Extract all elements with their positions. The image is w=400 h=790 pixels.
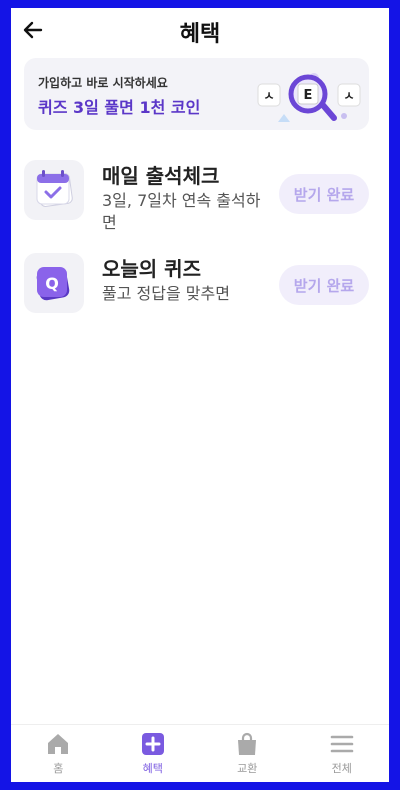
list-item-attendance: 매일 출석체크 3일, 7일차 연속 출석하면 받기 완료 <box>24 160 374 232</box>
list-item-daily-quiz: Q 오늘의 퀴즈 풀고 정답을 맞추면 받기 완료 <box>24 253 374 315</box>
banner-subtitle: 가입하고 바로 시작하세요 <box>38 76 168 90</box>
item-title: 매일 출석체크 <box>102 164 220 188</box>
item-description: 3일, 7일차 연속 출석하면 <box>102 191 261 232</box>
nav-label: 혜택 <box>142 762 163 775</box>
bottom-navigation: 홈 혜택 교환 전체 <box>11 724 389 782</box>
calendar-check-icon <box>24 160 84 220</box>
plus-square-icon <box>141 733 164 755</box>
banner-tile-right: ㅅ <box>343 89 354 103</box>
banner-tile-center: E <box>304 88 313 103</box>
menu-icon <box>330 735 354 753</box>
nav-item-all[interactable]: 전체 <box>295 725 390 782</box>
promo-banner[interactable]: 가입하고 바로 시작하세요 퀴즈 3일 풀면 1천 코인 ㅅ ㅅ E <box>24 58 369 130</box>
item-title: 오늘의 퀴즈 <box>102 257 201 281</box>
nav-label: 홈 <box>53 762 64 775</box>
claim-complete-button[interactable]: 받기 완료 <box>279 174 369 214</box>
quiz-magnifier-illustration: ㅅ ㅅ E <box>257 73 361 122</box>
page-title: 혜택 <box>179 22 221 47</box>
claim-complete-button[interactable]: 받기 완료 <box>279 265 369 305</box>
nav-item-home[interactable]: 홈 <box>11 725 106 782</box>
quiz-q-icon: Q <box>24 253 84 313</box>
item-description: 풀고 정답을 맞추면 <box>102 284 230 303</box>
nav-label: 교환 <box>237 762 258 775</box>
banner-tile-left: ㅅ <box>263 89 274 103</box>
home-icon <box>48 734 69 754</box>
app-screen: 혜택 가입하고 바로 시작하세요 퀴즈 3일 풀면 1천 코인 ㅅ ㅅ E 매일… <box>11 8 389 782</box>
nav-item-benefits[interactable]: 혜택 <box>106 725 201 782</box>
nav-label: 전체 <box>331 762 352 775</box>
shopping-bag-icon <box>238 732 257 755</box>
nav-item-exchange[interactable]: 교환 <box>200 725 295 782</box>
header: 혜택 <box>11 8 389 50</box>
quiz-icon-letter: Q <box>45 274 59 293</box>
banner-headline: 퀴즈 3일 풀면 1천 코인 <box>38 98 201 117</box>
